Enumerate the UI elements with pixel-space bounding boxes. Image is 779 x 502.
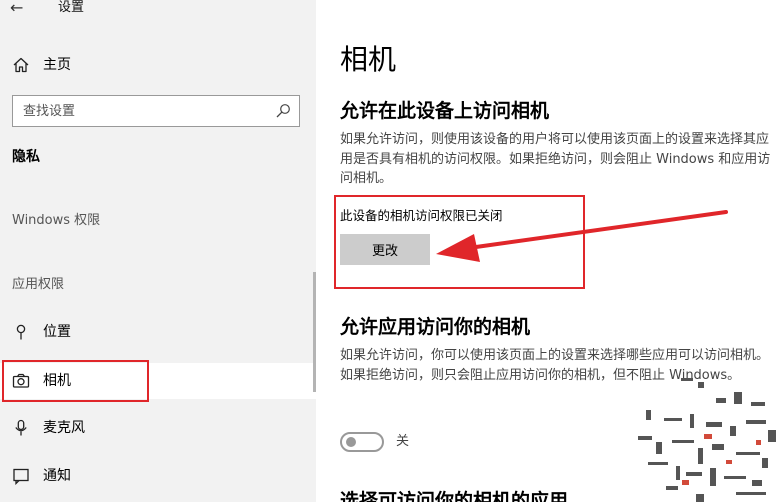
page-title: 相机 xyxy=(340,43,397,76)
home-icon xyxy=(13,57,29,73)
annotation-arrow xyxy=(436,210,728,262)
device-access-heading: 允许在此设备上访问相机 xyxy=(340,100,550,122)
app-access-toggle[interactable] xyxy=(340,432,384,452)
search-box[interactable] xyxy=(12,95,300,127)
app-title: 设置 xyxy=(58,0,85,15)
toggle-knob xyxy=(346,437,356,447)
sidebar-item-home[interactable]: 主页 xyxy=(0,50,316,80)
sidebar-item-microphone[interactable]: 麦克风 xyxy=(0,410,316,446)
sidebar-item-label: 主页 xyxy=(43,57,71,73)
search-icon[interactable] xyxy=(275,103,291,119)
microphone-icon xyxy=(15,419,27,436)
choose-apps-heading: 选择可访问你的相机的应用 xyxy=(340,490,569,502)
image-artifact-overlay xyxy=(626,378,779,502)
search-input[interactable] xyxy=(23,100,263,122)
main-panel: 相机 允许在此设备上访问相机 如果允许访问，则使用该设备的用户将可以使用该页面上… xyxy=(316,0,779,502)
sidebar-item-label: 麦克风 xyxy=(43,420,85,436)
toggle-state-label: 关 xyxy=(396,434,410,449)
app-access-heading: 允许应用访问你的相机 xyxy=(340,316,531,338)
back-button[interactable]: ← xyxy=(10,0,34,18)
group-label-app-permissions: 应用权限 xyxy=(12,277,65,292)
group-label-windows-permissions: Windows 权限 xyxy=(12,213,101,228)
sidebar-item-notifications[interactable]: 通知 xyxy=(0,458,316,494)
device-access-description: 如果允许访问，则使用该设备的用户将可以使用该页面上的设置来选择其应用是否具有相机… xyxy=(340,132,771,186)
sidebar-item-location[interactable]: 位置 xyxy=(0,314,316,350)
camera-highlight-box xyxy=(2,360,149,402)
sidebar: ← 设置 主页 隐私 Windows 权限 应用权限 位置 相机 xyxy=(0,0,316,502)
section-title: 隐私 xyxy=(12,149,40,165)
location-pin-icon xyxy=(16,324,26,340)
sidebar-item-label: 通知 xyxy=(43,468,71,484)
notification-icon xyxy=(13,468,29,485)
sidebar-item-label: 位置 xyxy=(43,324,71,340)
